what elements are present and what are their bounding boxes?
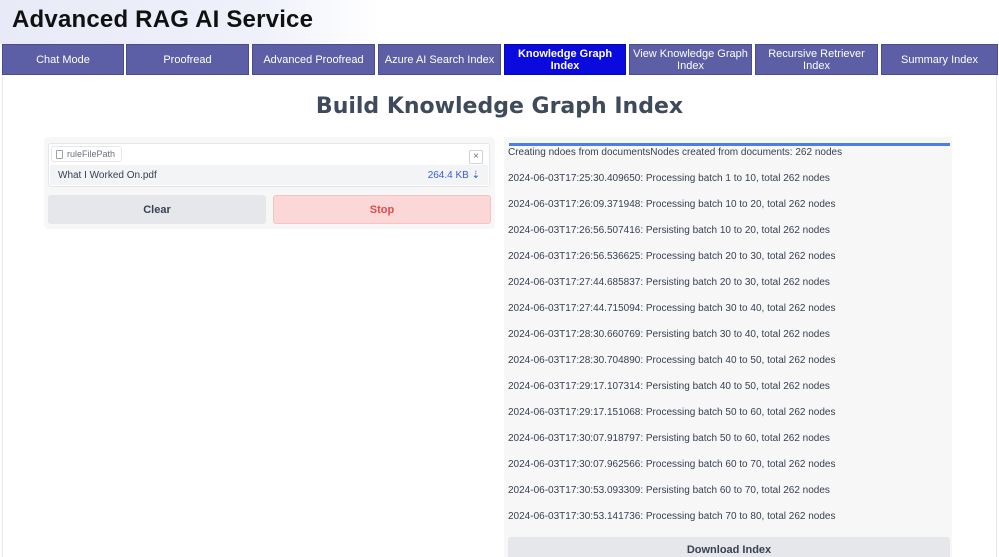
- log-line: 2024-06-03T17:30:53.093309: Persisting b…: [508, 485, 830, 496]
- file-upload-box[interactable]: ruleFilePath × What I Worked On.pdf 264.…: [48, 143, 490, 187]
- uploaded-file-name: What I Worked On.pdf: [58, 169, 157, 181]
- log-line: 2024-06-03T17:26:56.536625: Processing b…: [508, 251, 836, 262]
- close-icon[interactable]: ×: [469, 150, 483, 164]
- log-output: Creating ndoes from documentsNodes creat…: [508, 146, 948, 536]
- tab-azure-ai-search-index[interactable]: Azure AI Search Index: [378, 44, 501, 75]
- uploaded-file-row: What I Worked On.pdf 264.4 KB ⇣: [50, 165, 488, 185]
- log-line: 2024-06-03T17:30:53.141736: Processing b…: [508, 511, 836, 522]
- log-line: Creating ndoes from documentsNodes creat…: [508, 147, 843, 158]
- clear-button[interactable]: Clear: [48, 195, 266, 224]
- log-line: 2024-06-03T17:26:56.507416: Persisting b…: [508, 225, 830, 236]
- tab-summary-index[interactable]: Summary Index: [881, 44, 998, 75]
- stop-button[interactable]: Stop: [273, 195, 491, 224]
- download-index-button[interactable]: Download Index: [508, 537, 950, 557]
- log-line: 2024-06-03T17:25:30.409650: Processing b…: [508, 173, 830, 184]
- tab-advanced-proofread[interactable]: Advanced Proofread: [252, 44, 375, 75]
- app-title: Advanced RAG AI Service: [12, 6, 314, 33]
- log-line: 2024-06-03T17:30:07.962566: Processing b…: [508, 459, 836, 470]
- log-line: 2024-06-03T17:29:17.151068: Processing b…: [508, 407, 836, 418]
- tab-chat-mode[interactable]: Chat Mode: [2, 44, 124, 75]
- log-line: 2024-06-03T17:27:44.685837: Persisting b…: [508, 277, 830, 288]
- file-upload-label-text: ruleFilePath: [67, 149, 116, 159]
- tab-proofread[interactable]: Proofread: [126, 44, 249, 75]
- page-title: Build Knowledge Graph Index: [315, 94, 684, 119]
- log-line: 2024-06-03T17:30:07.918797: Persisting b…: [508, 433, 830, 444]
- log-line: 2024-06-03T17:29:17.107314: Persisting b…: [508, 381, 830, 392]
- log-line: 2024-06-03T17:28:30.704890: Processing b…: [508, 355, 836, 366]
- log-line: 2024-06-03T17:28:30.660769: Persisting b…: [508, 329, 830, 340]
- file-icon: [56, 149, 63, 159]
- tab-bar: Chat Mode Proofread Advanced Proofread A…: [0, 44, 999, 75]
- file-upload-label: ruleFilePath: [51, 146, 123, 162]
- app-header: Advanced RAG AI Service: [0, 0, 999, 44]
- file-download-link[interactable]: 264.4 KB ⇣: [428, 170, 480, 181]
- log-line: 2024-06-03T17:27:44.715094: Processing b…: [508, 303, 836, 314]
- tab-knowledge-graph-index[interactable]: Knowledge Graph Index: [504, 44, 626, 75]
- tab-view-knowledge-graph-index[interactable]: View Knowledge Graph Index: [629, 44, 752, 75]
- tab-recursive-retriever-index[interactable]: Recursive Retriever Index: [755, 44, 878, 75]
- log-line: 2024-06-03T17:26:09.371948: Processing b…: [508, 199, 836, 210]
